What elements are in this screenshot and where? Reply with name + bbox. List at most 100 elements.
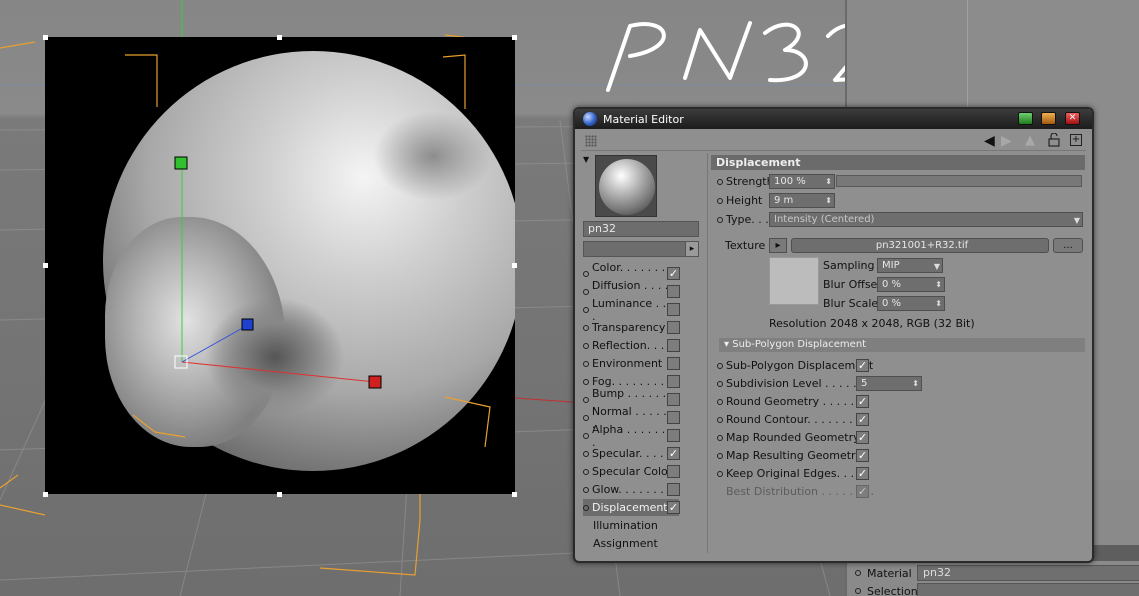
preview-dropdown[interactable] — [583, 241, 699, 257]
channel-item[interactable]: Reflection. . . . . — [583, 337, 680, 354]
grip-icon[interactable] — [585, 135, 597, 147]
panel-divider[interactable] — [707, 153, 708, 553]
channel-item[interactable]: Alpha . . . . . . . . — [583, 423, 680, 449]
texture-file-button[interactable]: pn321001+R32.tif — [791, 238, 1049, 253]
subpoly-option-checkbox[interactable]: ✓ — [856, 449, 869, 462]
channel-label: Illumination — [593, 519, 658, 532]
channel-checkbox[interactable] — [667, 303, 680, 316]
subpoly-option-checkbox[interactable]: ✓ — [856, 413, 869, 426]
region-handle-tl[interactable] — [43, 35, 48, 40]
new-panel-icon[interactable]: + — [1070, 134, 1082, 146]
blur-scale-value: 0 % — [882, 298, 902, 309]
type-select[interactable]: Intensity (Centered) ▼ — [769, 212, 1083, 227]
strength-field[interactable]: 100 % ⬍ — [769, 174, 835, 189]
tag-selection-field[interactable] — [917, 583, 1139, 596]
region-handle-bm[interactable] — [277, 492, 282, 497]
material-name-field[interactable]: pn32 — [583, 221, 699, 237]
minimize-button[interactable] — [1018, 112, 1033, 125]
spinner-icon[interactable]: ⬍ — [825, 194, 832, 207]
window-title: Material Editor — [603, 112, 684, 126]
channel-checkbox[interactable]: ✓ — [667, 447, 680, 460]
channel-item[interactable]: Specular. . . . . . ✓ — [583, 445, 680, 462]
spinner-icon[interactable]: ⬍ — [935, 297, 942, 310]
texture-browse-button[interactable]: ... — [1053, 238, 1083, 253]
region-handle-mr[interactable] — [512, 263, 517, 268]
subpoly-option-row: Round Geometry . . . . . . . — [717, 393, 868, 410]
material-editor-window: Material Editor ✕ ◀ ▶ ▲ + ▼ pn32 ▸ Color… — [573, 107, 1094, 563]
subpoly-section-header[interactable]: ▾ Sub-Polygon Displacement — [719, 338, 1085, 352]
sampling-select[interactable]: MIP ▼ — [877, 258, 943, 273]
height-field[interactable]: 9 m ⬍ — [769, 193, 835, 208]
channel-checkbox[interactable] — [667, 321, 680, 334]
animation-dot-icon[interactable] — [717, 398, 723, 405]
animation-dot-icon[interactable] — [855, 570, 861, 576]
texture-menu-button[interactable]: ▸ — [769, 238, 787, 253]
object-axes[interactable] — [45, 37, 515, 494]
material-preview[interactable] — [595, 155, 657, 217]
blur-offset-label: Blur Offset — [823, 278, 882, 291]
animation-dot-icon[interactable] — [855, 588, 861, 594]
channel-item[interactable]: Environment — [583, 355, 680, 372]
unlock-icon[interactable] — [1048, 133, 1060, 147]
animation-dot-icon — [583, 396, 589, 403]
animation-dot-icon[interactable] — [717, 197, 723, 204]
subpoly-option-checkbox[interactable]: ✓ — [856, 359, 869, 372]
sampling-value: MIP — [882, 260, 900, 271]
channel-item[interactable]: Illumination — [583, 517, 679, 534]
blur-scale-field[interactable]: 0 % ⬍ — [877, 296, 945, 311]
channel-checkbox[interactable] — [667, 339, 680, 352]
channel-checkbox[interactable]: ✓ — [667, 501, 680, 514]
window-titlebar[interactable]: Material Editor ✕ — [575, 109, 1092, 129]
strength-slider[interactable] — [836, 175, 1082, 187]
animation-dot-icon[interactable] — [717, 362, 723, 369]
channel-item[interactable]: Displacement ✓ — [583, 499, 680, 516]
maximize-button[interactable] — [1041, 112, 1056, 125]
animation-dot-icon[interactable] — [717, 452, 723, 459]
animation-dot-icon[interactable] — [717, 470, 723, 477]
tag-material-field[interactable]: pn32 — [917, 565, 1139, 581]
region-handle-tm[interactable] — [277, 35, 282, 40]
spinner-icon[interactable]: ⬍ — [825, 175, 832, 188]
channel-checkbox[interactable] — [667, 465, 680, 478]
back-arrow-icon[interactable]: ◀ — [984, 133, 995, 149]
subdivision-level-field[interactable]: 5 ⬍ — [856, 376, 922, 391]
subpoly-option-checkbox[interactable]: ✓ — [856, 395, 869, 408]
animation-dot-icon — [583, 342, 589, 349]
chevron-down-icon: ▾ — [724, 339, 730, 350]
channel-checkbox[interactable] — [667, 357, 680, 370]
animation-dot-icon — [583, 378, 589, 385]
channel-label: Assignment — [593, 537, 658, 550]
channel-label: Specular. . . . . . — [592, 447, 678, 460]
region-handle-tr[interactable] — [512, 35, 517, 40]
subpoly-option-checkbox[interactable]: ✓ — [856, 467, 869, 480]
channel-item[interactable]: Transparency — [583, 319, 680, 336]
spinner-icon[interactable]: ⬍ — [912, 377, 919, 390]
channel-item[interactable]: Specular Color — [583, 463, 680, 480]
region-handle-ml[interactable] — [43, 263, 48, 268]
channel-item[interactable]: Assignment — [583, 535, 679, 552]
subpoly-option-checkbox[interactable]: ✓ — [856, 485, 869, 498]
animation-dot-icon[interactable] — [717, 434, 723, 441]
animation-dot-icon[interactable] — [717, 380, 723, 387]
subpoly-option-checkbox[interactable]: ✓ — [856, 431, 869, 444]
subpoly-option-row: Keep Original Edges. . . . . — [717, 465, 868, 482]
region-handle-br[interactable] — [512, 492, 517, 497]
forward-arrow-icon[interactable]: ▶ — [1001, 133, 1012, 149]
channel-checkbox[interactable] — [667, 429, 680, 442]
spinner-icon[interactable]: ⬍ — [935, 278, 942, 291]
up-arrow-icon[interactable]: ▲ — [1025, 133, 1035, 148]
dropdown-arrow-icon[interactable]: ▸ — [685, 241, 699, 257]
blur-offset-field[interactable]: 0 % ⬍ — [877, 277, 945, 292]
animation-dot-icon[interactable] — [717, 216, 723, 223]
animation-dot-icon[interactable] — [717, 178, 723, 185]
channel-checkbox[interactable] — [667, 483, 680, 496]
region-handle-bl[interactable] — [43, 492, 48, 497]
preview-menu-arrow-icon[interactable]: ▼ — [583, 155, 589, 164]
animation-dot-icon — [583, 324, 589, 331]
chevron-down-icon: ▼ — [1073, 216, 1080, 225]
animation-dot-icon[interactable] — [717, 416, 723, 423]
channel-item[interactable]: Glow. . . . . . . . . — [583, 481, 680, 498]
close-button[interactable]: ✕ — [1065, 112, 1080, 125]
subpoly-option-row: Map Rounded Geometry . — [717, 429, 867, 446]
channel-item[interactable]: Luminance . . . . — [583, 297, 680, 323]
